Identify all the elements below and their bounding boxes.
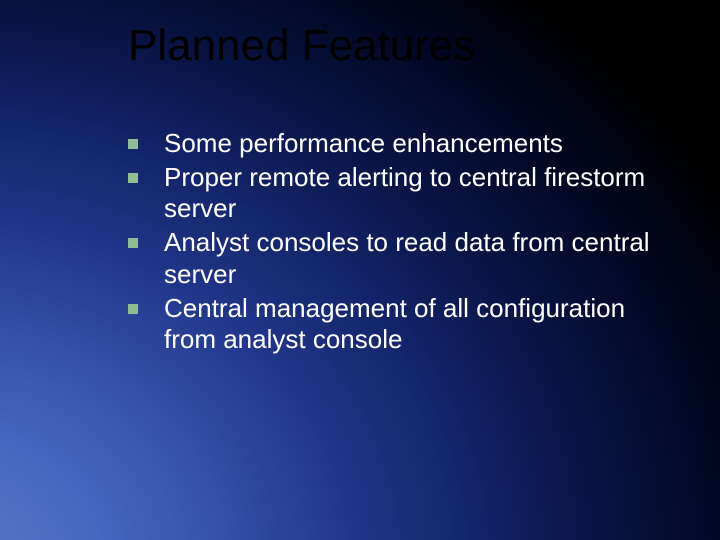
slide-body: Some performance enhancements Proper rem… (128, 128, 680, 358)
list-item-text: Proper remote alerting to central firest… (164, 162, 680, 225)
slide-title: Planned Features (128, 22, 680, 70)
list-item-text: Analyst consoles to read data from centr… (164, 227, 680, 290)
square-bullet-icon (128, 304, 138, 314)
square-bullet-icon (128, 173, 138, 183)
list-item: Central management of all configuration … (128, 293, 680, 356)
list-item: Proper remote alerting to central firest… (128, 162, 680, 225)
slide: Planned Features Some performance enhanc… (0, 0, 720, 540)
list-item: Analyst consoles to read data from centr… (128, 227, 680, 290)
list-item-text: Some performance enhancements (164, 128, 680, 160)
list-item-text: Central management of all configuration … (164, 293, 680, 356)
square-bullet-icon (128, 139, 138, 149)
square-bullet-icon (128, 238, 138, 248)
list-item: Some performance enhancements (128, 128, 680, 160)
